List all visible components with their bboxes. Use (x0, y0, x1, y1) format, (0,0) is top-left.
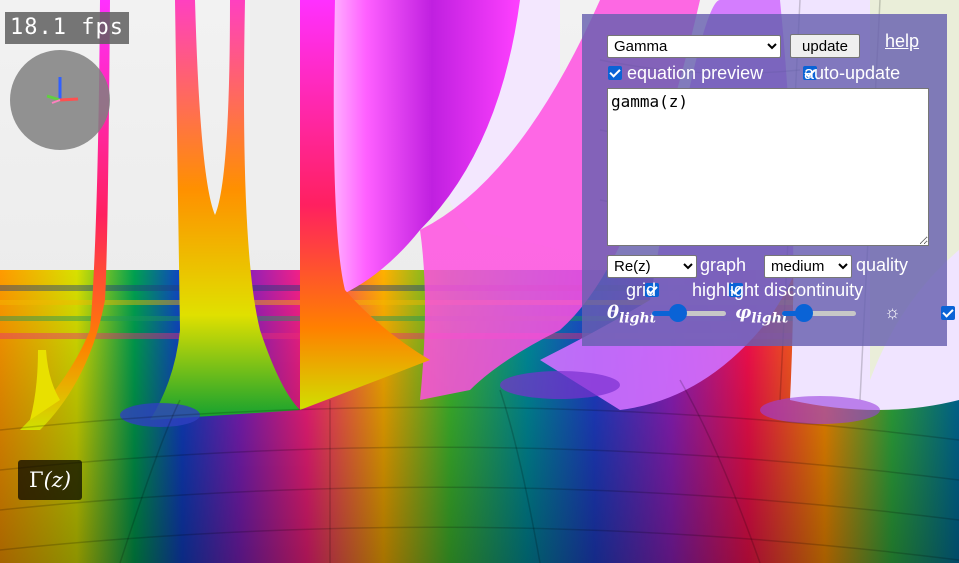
light-toggle-checkbox[interactable] (940, 306, 955, 320)
quality-select[interactable]: medium (764, 255, 852, 278)
x-axis-line (59, 97, 79, 102)
orientation-gizmo[interactable] (10, 50, 110, 150)
theta-sub: light (619, 310, 657, 327)
function-symbol: Γ (28, 468, 44, 492)
equation-preview-checkbox[interactable] (608, 66, 622, 80)
function-select[interactable]: Gamma (607, 35, 781, 58)
help-link[interactable]: help (885, 31, 919, 52)
graph-label: graph (700, 255, 747, 275)
theta-light-label: θlight (607, 302, 656, 327)
control-panel: Gamma update help equation preview auto-… (582, 14, 955, 346)
quality-label: quality (856, 255, 909, 275)
highlight-discontinuity-label: highlight discontinuity (692, 280, 864, 300)
fps-counter: 18.1 fps (5, 12, 129, 44)
graph-mode-select[interactable]: Re(z) (607, 255, 697, 278)
sun-icon: ☼ (884, 302, 901, 322)
phi-light-slider[interactable] (782, 303, 856, 323)
phi-symbol: φ (735, 302, 752, 323)
slider-thumb[interactable] (795, 304, 814, 322)
slider-thumb[interactable] (668, 304, 687, 322)
auto-update-label: auto-update (804, 63, 901, 83)
update-button[interactable]: update (790, 34, 860, 58)
axis-tick (51, 99, 61, 104)
equation-input[interactable]: gamma(z) (607, 88, 929, 246)
function-label: Γ(z) (18, 460, 82, 500)
phi-light-label: φlight (735, 302, 788, 327)
grid-label: grid (626, 280, 657, 300)
theta-symbol: θ (607, 302, 620, 323)
theta-light-slider[interactable] (652, 303, 726, 323)
equation-preview-label: equation preview (627, 63, 764, 83)
y-axis-line (46, 94, 61, 102)
function-arg: (z) (43, 468, 72, 492)
